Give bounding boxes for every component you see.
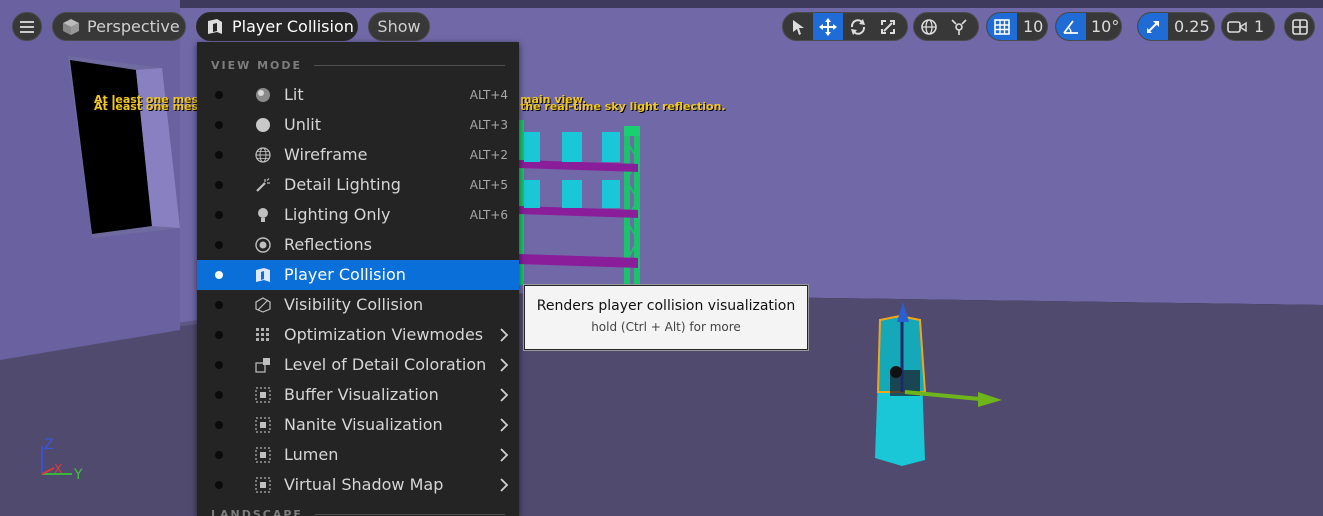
detail-lighting-icon xyxy=(256,178,270,192)
section-landscape: LANDSCAPE xyxy=(211,508,505,516)
menu-item-unlit[interactable]: Unlit ALT+3 xyxy=(197,110,519,140)
view-mode-label: Player Collision xyxy=(232,17,354,36)
layout-icon xyxy=(1291,18,1308,35)
world-globe-icon xyxy=(921,18,937,35)
wireframe-globe-icon xyxy=(255,147,271,163)
perspective-button[interactable]: Perspective xyxy=(52,12,186,41)
menu-item-nanite-visualization[interactable]: Nanite Visualization xyxy=(197,410,519,440)
axis-z-label: Z xyxy=(44,437,54,453)
tooltip-title: Renders player collision visualization xyxy=(536,298,796,314)
section-view-mode: VIEW MODE xyxy=(211,59,505,72)
menu-item-detail-lighting[interactable]: Detail Lighting ALT+5 xyxy=(197,170,519,200)
menu-item-buffer-visualization[interactable]: Buffer Visualization xyxy=(197,380,519,410)
grid-snap-value: 10 xyxy=(1023,17,1044,36)
bulb-icon xyxy=(258,208,268,222)
camera-icon xyxy=(1227,20,1247,33)
submenu-arrow-icon xyxy=(500,358,509,372)
grid-icon xyxy=(994,18,1010,35)
lod-icon xyxy=(255,358,270,373)
viewport-options-button[interactable] xyxy=(12,12,42,41)
rotate-tool-button[interactable] xyxy=(843,13,873,40)
submenu-arrow-icon xyxy=(500,418,509,432)
surface-snap-icon xyxy=(951,18,967,35)
coordinate-group xyxy=(913,12,979,41)
rotation-snap-group[interactable]: 10° xyxy=(1055,12,1122,41)
move-tool-button[interactable] xyxy=(813,13,843,40)
scale-snap-toggle[interactable] xyxy=(1138,13,1168,40)
submenu-arrow-icon xyxy=(500,328,509,342)
show-label: Show xyxy=(377,17,421,36)
menu-item-player-collision[interactable]: Player Collision xyxy=(197,260,519,290)
menu-item-reflections[interactable]: Reflections xyxy=(197,230,519,260)
menu-item-lit[interactable]: Lit ALT+4 xyxy=(197,80,519,110)
camera-speed-button[interactable]: 1 xyxy=(1221,12,1275,41)
camera-speed-value: 1 xyxy=(1254,17,1265,36)
player-collision-icon xyxy=(256,268,270,282)
viewport-layout-button[interactable] xyxy=(1284,12,1315,41)
player-collision-tooltip: Renders player collision visualization h… xyxy=(524,285,808,350)
rotate-icon xyxy=(850,18,866,35)
menu-item-visibility-collision[interactable]: Visibility Collision xyxy=(197,290,519,320)
menu-item-lod-coloration[interactable]: Level of Detail Coloration xyxy=(197,350,519,380)
scale-tool-button[interactable] xyxy=(873,13,903,40)
optimization-grid-icon xyxy=(256,328,269,341)
collision-mode-icon xyxy=(208,18,222,34)
axis-x-label: X xyxy=(54,462,63,476)
view-mode-button[interactable]: Player Collision xyxy=(196,12,358,41)
world-local-button[interactable] xyxy=(914,13,944,40)
show-button[interactable]: Show xyxy=(368,12,430,41)
move-icon xyxy=(819,17,837,36)
axis-y-label: Y xyxy=(74,467,83,483)
surface-snap-button[interactable] xyxy=(944,13,974,40)
camera-speed-icon-wrap xyxy=(1222,13,1252,40)
visibility-collision-icon xyxy=(255,297,271,313)
tooltip-hint: hold (Ctrl + Alt) for more xyxy=(591,320,741,334)
scale-snap-icon xyxy=(1147,20,1159,33)
vsm-icon xyxy=(255,477,271,493)
scale-snap-group[interactable]: 0.25 xyxy=(1137,12,1215,41)
rotation-snap-value: 10° xyxy=(1091,17,1120,36)
transform-tools-group xyxy=(782,12,908,41)
angle-icon xyxy=(1063,19,1078,34)
menu-item-wireframe[interactable]: Wireframe ALT+2 xyxy=(197,140,519,170)
rotation-snap-toggle[interactable] xyxy=(1056,13,1086,40)
perspective-label: Perspective xyxy=(87,17,180,36)
buffer-icon xyxy=(255,387,271,403)
submenu-arrow-icon xyxy=(500,388,509,402)
hamburger-menu-icon xyxy=(20,20,34,33)
menu-item-optimization-viewmodes[interactable]: Optimization Viewmodes xyxy=(197,320,519,350)
select-arrow-icon xyxy=(793,19,804,35)
grid-snap-group[interactable]: 10 xyxy=(986,12,1048,41)
nanite-icon xyxy=(255,417,271,433)
lumen-icon xyxy=(255,447,271,463)
ceiling-edge xyxy=(0,0,1323,8)
grid-snap-toggle[interactable] xyxy=(987,13,1017,40)
scale-icon xyxy=(881,19,895,34)
menu-item-lumen[interactable]: Lumen xyxy=(197,440,519,470)
scale-snap-value: 0.25 xyxy=(1174,17,1210,36)
submenu-arrow-icon xyxy=(500,448,509,462)
cube-icon xyxy=(63,18,79,35)
menu-item-virtual-shadow-map[interactable]: Virtual Shadow Map xyxy=(197,470,519,500)
viewport-warning: the real-time sky light reflection. xyxy=(520,100,726,113)
reflections-icon xyxy=(255,237,271,253)
unlit-sphere-icon xyxy=(256,118,270,132)
lit-sphere-icon xyxy=(256,88,270,102)
view-mode-menu: VIEW MODE Lit ALT+4 Unlit ALT+3 Wirefram… xyxy=(197,42,519,516)
viewport-warning: At least one mesh xyxy=(94,100,206,113)
select-tool-button[interactable] xyxy=(783,13,813,40)
submenu-arrow-icon xyxy=(500,478,509,492)
menu-item-lighting-only[interactable]: Lighting Only ALT+6 xyxy=(197,200,519,230)
